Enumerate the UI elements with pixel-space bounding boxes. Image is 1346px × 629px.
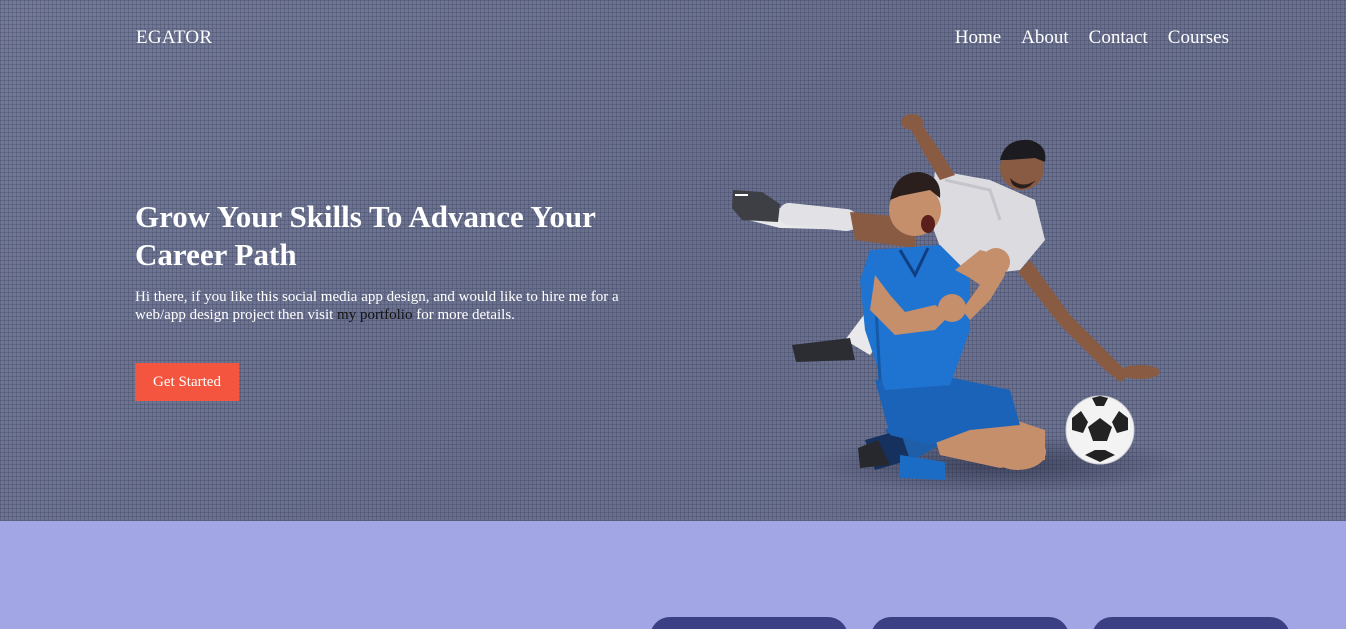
main-nav: Home About Contact Courses — [955, 27, 1229, 49]
nav-item-courses[interactable]: Courses — [1168, 27, 1229, 49]
feature-card-2[interactable] — [871, 617, 1069, 629]
soccer-players-illustration — [732, 114, 1190, 495]
hero-headline: Grow Your Skills To Advance Your Career … — [135, 199, 596, 272]
hero-section: EGATOR Home About Contact Courses Grow Y… — [0, 0, 1346, 521]
get-started-button[interactable]: Get Started — [135, 363, 239, 401]
feature-card-3[interactable] — [1092, 617, 1290, 629]
hero-description-tail: for more details. — [412, 307, 515, 323]
nav-item-contact[interactable]: Contact — [1089, 27, 1148, 49]
features-section — [0, 521, 1346, 629]
hero-description: Hi there, if you like this social media … — [135, 288, 635, 324]
nav-item-home[interactable]: Home — [955, 27, 1001, 49]
portfolio-link[interactable]: my portfolio — [337, 307, 412, 323]
soccer-ball-icon — [1065, 395, 1135, 465]
feature-card-1[interactable] — [650, 617, 848, 629]
nav-item-about[interactable]: About — [1021, 27, 1069, 49]
brand-logo[interactable]: EGATOR — [136, 27, 212, 49]
